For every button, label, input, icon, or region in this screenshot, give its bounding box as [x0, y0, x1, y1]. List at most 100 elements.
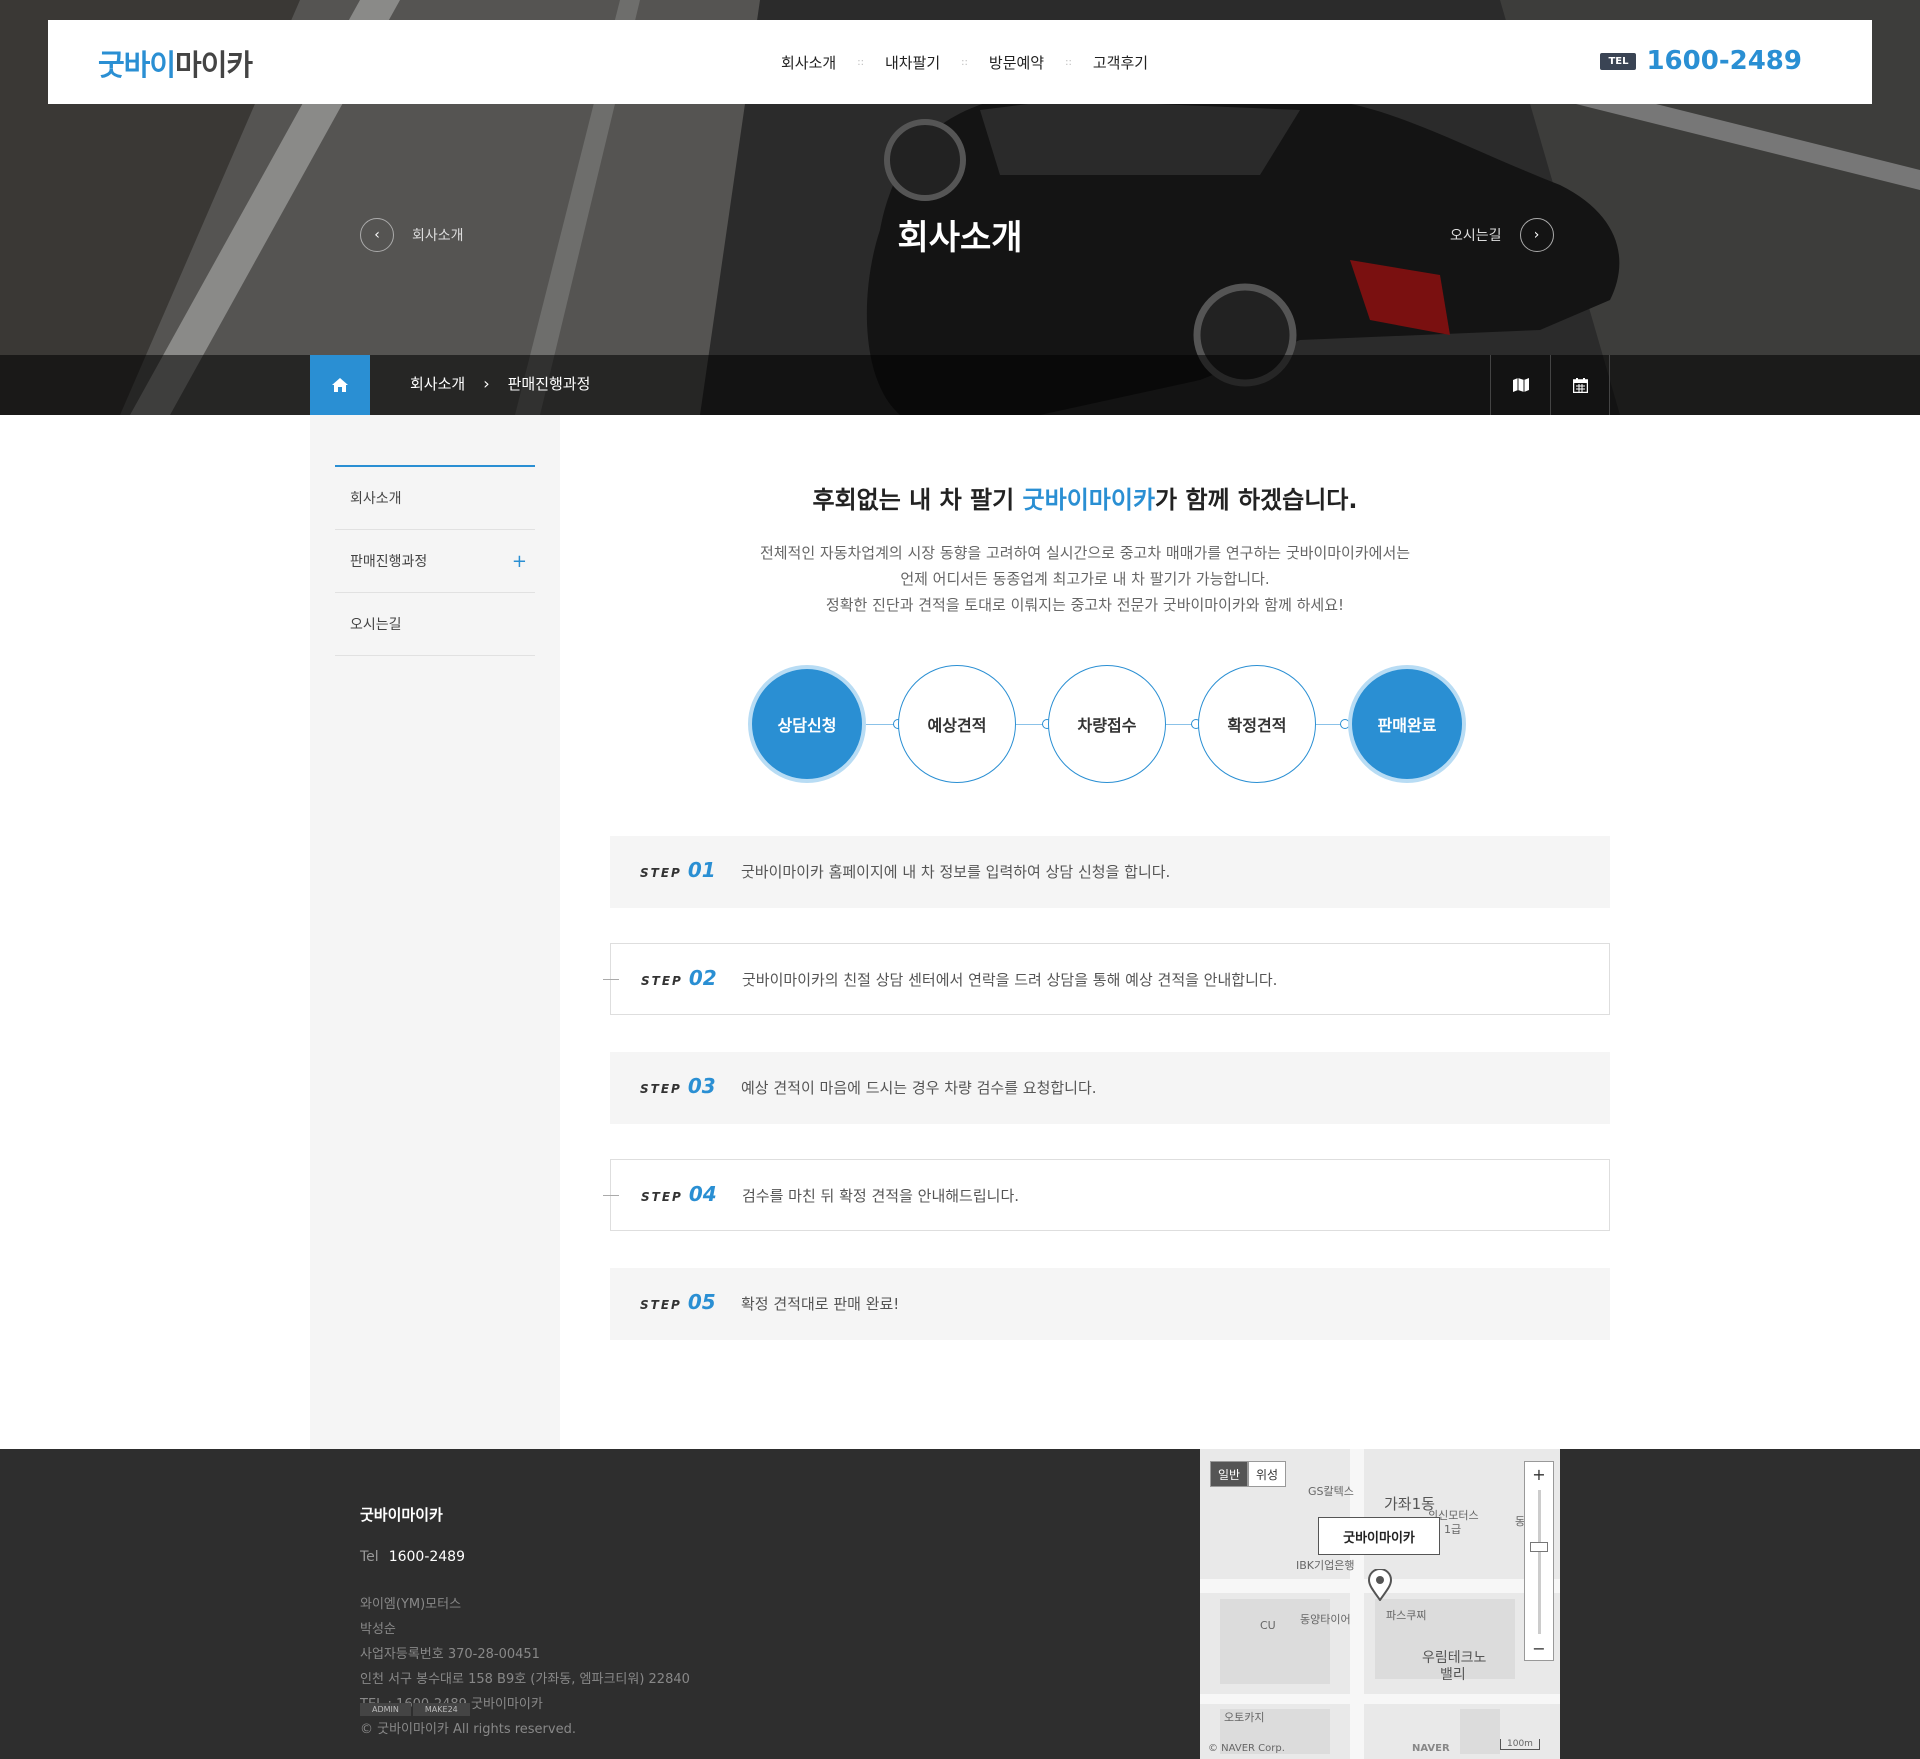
footer-tel-value[interactable]: 1600-2489 [389, 1549, 465, 1565]
step-text: 검수를 마친 뒤 확정 견적을 안내해드립니다. [742, 1187, 1020, 1205]
step-word: STEP [640, 1298, 682, 1312]
sidebar-item-directions[interactable]: 오시는길 [335, 593, 535, 656]
map-scale: 100m [1500, 1739, 1540, 1750]
footer-company-info: 와이엠(YM)모터스 박성순 사업자등록번호 370-28-00451 인천 서… [360, 1592, 690, 1717]
logo-part-blue: 굿바이 [98, 48, 176, 82]
zoom-in-button[interactable]: + [1525, 1462, 1553, 1486]
footer-phone: Tel 1600-2489 [360, 1549, 465, 1565]
admin-button[interactable]: ADMIN [360, 1703, 411, 1716]
map-zoom-control: + − [1524, 1461, 1554, 1661]
zoom-slider-handle[interactable] [1530, 1542, 1548, 1552]
map-tab-normal[interactable]: 일반 [1210, 1461, 1248, 1487]
nav-visit-booking[interactable]: 방문예약 [989, 52, 1044, 73]
chevron-right-icon[interactable]: › [1519, 218, 1554, 252]
sidebar-item-label: 오시는길 [350, 617, 402, 633]
home-icon [332, 378, 348, 392]
map-label-auto: 오토카지 [1224, 1711, 1265, 1724]
step-label: STEP 05 [640, 1290, 716, 1314]
process-step-estimate: 예상견적 [898, 665, 1016, 783]
breadcrumb: 회사소개 › 판매진행과정 [410, 373, 590, 394]
location-map[interactable]: 일반 위성 GS칼텍스 가좌1동 의신모터스 1급 동 IBK기업은행 동양타이… [1200, 1449, 1560, 1759]
desc-line: 정확한 진단과 견적을 토대로 이뤄지는 중고차 전문가 굿바이마이카와 함께 … [825, 596, 1345, 614]
nav-separator: :: [961, 57, 968, 68]
sidebar-item-label: 회사소개 [350, 491, 402, 507]
sidebar-item-sales-process[interactable]: 판매진행과정 + [335, 530, 535, 593]
hero-banner: 굿바이마이카 회사소개 :: 내차팔기 :: 방문예약 :: 고객후기 TEL … [0, 0, 1920, 415]
tel-number[interactable]: 1600-2489 [1646, 46, 1802, 76]
footer-copyright: © 굿바이마이카 All rights reserved. [360, 1722, 576, 1737]
footer-company-name: 굿바이마이카 [360, 1506, 443, 1524]
map-label-cu: CU [1260, 1619, 1276, 1632]
content-headline: 후회없는 내 차 팔기 굿바이마이카가 함께 하겠습니다. [560, 480, 1610, 515]
step-text: 확정 견적대로 판매 완료! [741, 1295, 900, 1313]
step-row: STEP 01 굿바이마이카 홈페이지에 내 차 정보를 입력하여 상담 신청을 … [610, 836, 1610, 908]
footer-admin-buttons: ADMIN MAKE24 [360, 1703, 472, 1716]
step-tick [603, 979, 619, 980]
headline-brand: 굿바이마이카 [1022, 486, 1156, 514]
map-copyright: © NAVER Corp. [1208, 1743, 1285, 1754]
home-button[interactable] [310, 355, 370, 415]
headline-pre: 후회없는 내 차 팔기 [812, 486, 1023, 514]
map-road [1200, 1694, 1560, 1704]
map-tab-satellite[interactable]: 위성 [1248, 1461, 1286, 1487]
map-label-floor: 1급 [1444, 1523, 1462, 1536]
nav-separator: :: [1065, 57, 1072, 68]
naver-logo: NAVER [1412, 1743, 1450, 1754]
site-header: 굿바이마이카 회사소개 :: 내차팔기 :: 방문예약 :: 고객후기 TEL … [48, 20, 1872, 104]
map-label-dongyang: 동양타이어 [1300, 1613, 1351, 1626]
map-pin-icon[interactable] [1368, 1569, 1392, 1601]
zoom-out-button[interactable]: − [1525, 1636, 1553, 1660]
map-marker-label: 굿바이마이카 [1318, 1517, 1440, 1555]
map-icon [1512, 378, 1529, 392]
breadcrumb-level2[interactable]: 판매진행과정 [508, 373, 591, 394]
calendar-button[interactable] [1550, 355, 1610, 415]
site-footer: 굿바이마이카 Tel 1600-2489 와이엠(YM)모터스 박성순 사업자등록… [0, 1449, 1920, 1759]
map-button[interactable] [1490, 355, 1550, 415]
header-phone: TEL 1600-2489 [1600, 46, 1802, 76]
process-steps: 상담신청 예상견적 차량접수 확정견적 판매완료 [748, 665, 1468, 785]
step-tick [603, 1195, 619, 1196]
step-label: STEP 03 [640, 1074, 716, 1098]
step-number: 04 [688, 1182, 717, 1206]
breadcrumb-level1[interactable]: 회사소개 [410, 373, 465, 394]
step-text: 굿바이마이카 홈페이지에 내 차 정보를 입력하여 상담 신청을 합니다. [741, 863, 1171, 881]
content-description: 전체적인 자동차업계의 시장 동향을 고려하여 실시간으로 중고차 매매가를 연… [560, 540, 1610, 618]
sidebar: 회사소개 판매진행과정 + 오시는길 [310, 415, 560, 1449]
step-text: 예상 견적이 마음에 드시는 경우 차량 검수를 요청합니다. [741, 1079, 1097, 1097]
step-word: STEP [641, 1190, 683, 1204]
process-step-receipt: 차량접수 [1048, 665, 1166, 783]
step-row: STEP 05 확정 견적대로 판매 완료! [610, 1268, 1610, 1340]
nav-reviews[interactable]: 고객후기 [1093, 52, 1148, 73]
plus-icon[interactable]: + [512, 551, 527, 572]
map-label-ibk: IBK기업은행 [1296, 1559, 1355, 1572]
process-step-complete: 판매완료 [1348, 665, 1466, 783]
chevron-right-icon: › [483, 374, 490, 393]
calendar-icon [1572, 377, 1588, 393]
step-row: STEP 02 굿바이마이카의 친절 상담 센터에서 연락을 드려 상담을 통해 … [603, 943, 1610, 1015]
map-block [1460, 1709, 1500, 1754]
footer-info-line: 인천 서구 봉수대로 158 B9호 (가좌동, 엠파크티워) 22840 [360, 1672, 690, 1687]
footer-info-line: 박성순 [360, 1622, 396, 1637]
footer-info-line: 와이엠(YM)모터스 [360, 1597, 462, 1612]
hero-next-link[interactable]: 오시는길 › [1450, 218, 1554, 252]
step-label: STEP 04 [641, 1182, 717, 1206]
page-title: 회사소개 [897, 218, 1023, 258]
sidebar-item-company[interactable]: 회사소개 [335, 467, 535, 530]
logo-part-dark: 마이카 [175, 48, 253, 82]
map-label-valley: 밸리 [1440, 1667, 1466, 1683]
desc-line: 언제 어디서든 동종업계 최고가로 내 차 팔기가 가능합니다. [900, 570, 1270, 588]
hero-next-label: 오시는길 [1450, 228, 1502, 244]
step-word: STEP [640, 1082, 682, 1096]
make24-button[interactable]: MAKE24 [412, 1703, 470, 1716]
map-label-gs: GS칼텍스 [1308, 1485, 1354, 1498]
main-navigation: 회사소개 :: 내차팔기 :: 방문예약 :: 고객후기 [781, 52, 1148, 73]
step-word: STEP [640, 866, 682, 880]
step-text: 굿바이마이카의 친절 상담 센터에서 연락을 드려 상담을 통해 예상 견적을 … [742, 971, 1278, 989]
sidebar-item-label: 판매진행과정 [350, 554, 428, 570]
nav-company[interactable]: 회사소개 [781, 52, 836, 73]
nav-separator: :: [857, 57, 864, 68]
step-number: 01 [687, 858, 716, 882]
site-logo[interactable]: 굿바이마이카 [98, 42, 253, 84]
breadcrumb-bar: 회사소개 › 판매진행과정 [0, 355, 1920, 415]
nav-sell-car[interactable]: 내차팔기 [885, 52, 940, 73]
